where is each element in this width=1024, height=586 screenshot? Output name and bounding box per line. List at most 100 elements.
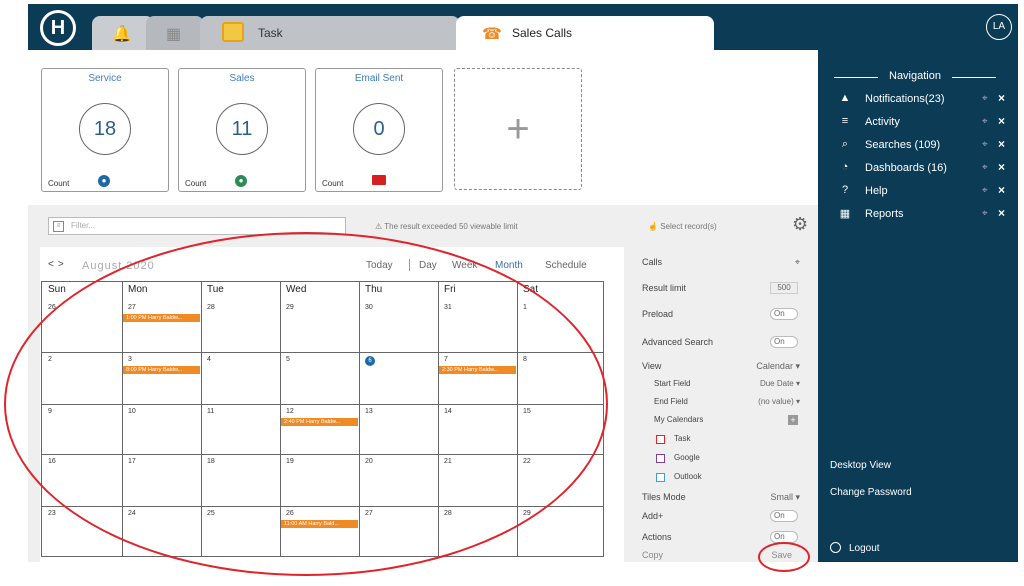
- day-number[interactable]: 27: [128, 304, 136, 311]
- calendar-event[interactable]: 1:00 PM Harry Baldw...: [123, 314, 200, 322]
- result-limit-input[interactable]: 500: [770, 282, 798, 294]
- day-number[interactable]: 30: [365, 304, 373, 311]
- view-day-button[interactable]: Day: [419, 260, 437, 271]
- tile-sales[interactable]: Sales 11 Count ●: [178, 68, 306, 192]
- day-number[interactable]: 23: [48, 510, 56, 517]
- nav-item[interactable]: ≡ Activity ⌖ ×: [838, 113, 1010, 133]
- day-number[interactable]: 18: [207, 458, 215, 465]
- close-icon[interactable]: ×: [998, 91, 1005, 105]
- pin-icon[interactable]: ⌖: [982, 185, 988, 196]
- save-button[interactable]: Save: [771, 550, 792, 560]
- day-number[interactable]: 8: [523, 356, 527, 363]
- calendar-outlook-row[interactable]: Outlook: [642, 472, 804, 486]
- day-number[interactable]: 19: [286, 458, 294, 465]
- end-field-select[interactable]: (no value) ▾: [758, 397, 800, 406]
- day-number[interactable]: 4: [207, 356, 211, 363]
- calendar-event[interactable]: 11:00 AM Harry Bald...: [281, 520, 358, 528]
- close-icon[interactable]: ×: [998, 206, 1005, 220]
- add-toggle[interactable]: On: [770, 510, 798, 522]
- day-number[interactable]: 25: [207, 510, 215, 517]
- add-tile-button[interactable]: +: [454, 68, 582, 190]
- chevron-right-icon[interactable]: >: [58, 259, 68, 270]
- tile-email-sent[interactable]: Email Sent 0 Count: [315, 68, 443, 192]
- day-number[interactable]: 20: [365, 458, 373, 465]
- nav-item[interactable]: ▦ Reports ⌖ ×: [838, 205, 1010, 225]
- tile-service[interactable]: Service 18 Count ●: [41, 68, 169, 192]
- day-number[interactable]: 22: [523, 458, 531, 465]
- day-number[interactable]: 24: [128, 510, 136, 517]
- advanced-search-toggle[interactable]: On: [770, 336, 798, 348]
- view-select[interactable]: Calendar ▾: [756, 361, 800, 372]
- close-icon[interactable]: ×: [998, 183, 1005, 197]
- filter-input[interactable]: ≡ Filter...: [48, 217, 346, 235]
- nav-item[interactable]: ▲ Notifications(23) ⌖ ×: [838, 90, 1010, 110]
- close-icon[interactable]: ×: [998, 137, 1005, 151]
- close-icon[interactable]: ×: [998, 160, 1005, 174]
- day-number[interactable]: 14: [444, 408, 452, 415]
- day-number[interactable]: 5: [286, 356, 290, 363]
- day-number[interactable]: 29: [523, 510, 531, 517]
- day-number[interactable]: 21: [444, 458, 452, 465]
- logout-button[interactable]: Logout: [830, 542, 880, 554]
- day-number[interactable]: 2: [48, 356, 52, 363]
- day-number[interactable]: 10: [128, 408, 136, 415]
- view-month-button[interactable]: Month: [495, 260, 523, 271]
- calendar-event[interactable]: 2:30 PM Harry Baldw...: [439, 366, 516, 374]
- day-number[interactable]: 11: [207, 408, 214, 415]
- gear-icon[interactable]: ⚙: [792, 214, 808, 235]
- day-number[interactable]: 27: [365, 510, 373, 517]
- nav-item[interactable]: ⌕ Searches (109) ⌖ ×: [838, 136, 1010, 156]
- chevron-left-icon[interactable]: <: [48, 259, 58, 270]
- avatar[interactable]: LA: [986, 14, 1012, 40]
- pin-icon[interactable]: ⌖: [982, 139, 988, 150]
- nav-item[interactable]: ◔ Dashboards (16) ⌖ ×: [838, 159, 1010, 179]
- google-checkbox[interactable]: [656, 454, 665, 463]
- pin-icon[interactable]: ⌖: [982, 208, 988, 219]
- day-number[interactable]: 26: [48, 304, 56, 311]
- day-number[interactable]: 15: [523, 408, 531, 415]
- day-number[interactable]: 16: [48, 458, 56, 465]
- preload-toggle[interactable]: On: [770, 308, 798, 320]
- day-number[interactable]: 28: [207, 304, 215, 311]
- actions-toggle[interactable]: On: [770, 531, 798, 543]
- tab-calendar[interactable]: ▦: [146, 16, 204, 50]
- calendar-event[interactable]: 8:00 PM Harry Baldw...: [123, 366, 200, 374]
- tab-task[interactable]: Task: [200, 16, 460, 50]
- day-number[interactable]: 12: [286, 408, 294, 415]
- tab-sales-calls[interactable]: ☎ Sales Calls: [456, 16, 714, 50]
- calendar-event[interactable]: 2:40 PM Harry Baldw...: [281, 418, 358, 426]
- day-number[interactable]: 17: [128, 458, 136, 465]
- tab-notifications[interactable]: 🔔: [92, 16, 154, 50]
- add-calendar-button[interactable]: +: [788, 415, 798, 425]
- view-today-button[interactable]: Today: [366, 260, 393, 271]
- change-password-link[interactable]: Change Password: [830, 487, 912, 498]
- copy-button[interactable]: Copy: [642, 550, 663, 560]
- pin-icon[interactable]: ⌖: [982, 162, 988, 173]
- day-number[interactable]: 26: [286, 510, 294, 517]
- day-number[interactable]: 9: [48, 408, 52, 415]
- task-checkbox[interactable]: [656, 435, 665, 444]
- day-number[interactable]: 3: [128, 356, 132, 363]
- day-number[interactable]: 28: [444, 510, 452, 517]
- day-number[interactable]: 31: [444, 304, 452, 311]
- nav-item[interactable]: ? Help ⌖ ×: [838, 182, 1010, 202]
- view-week-button[interactable]: Week: [452, 260, 477, 271]
- day-number[interactable]: 13: [365, 408, 373, 415]
- month-nav[interactable]: <>: [48, 259, 68, 270]
- app-logo[interactable]: H: [40, 10, 76, 46]
- day-number[interactable]: 7: [444, 356, 448, 363]
- outlook-checkbox[interactable]: [656, 473, 665, 482]
- tiles-mode-select[interactable]: Small ▾: [770, 492, 800, 503]
- day-number[interactable]: 1: [523, 304, 527, 311]
- close-icon[interactable]: ×: [998, 114, 1005, 128]
- day-number[interactable]: 29: [286, 304, 294, 311]
- view-schedule-button[interactable]: Schedule: [545, 260, 587, 271]
- calendar-google-row[interactable]: Google: [642, 453, 804, 467]
- pin-icon[interactable]: ⌖: [795, 257, 800, 268]
- today-day-number[interactable]: 6: [365, 356, 375, 366]
- start-field-select[interactable]: Due Date ▾: [760, 379, 800, 388]
- pin-icon[interactable]: ⌖: [982, 93, 988, 104]
- calendar-task-row[interactable]: Task: [642, 434, 804, 448]
- select-records-button[interactable]: ☝ Select record(s): [648, 222, 717, 231]
- desktop-view-link[interactable]: Desktop View: [830, 460, 891, 471]
